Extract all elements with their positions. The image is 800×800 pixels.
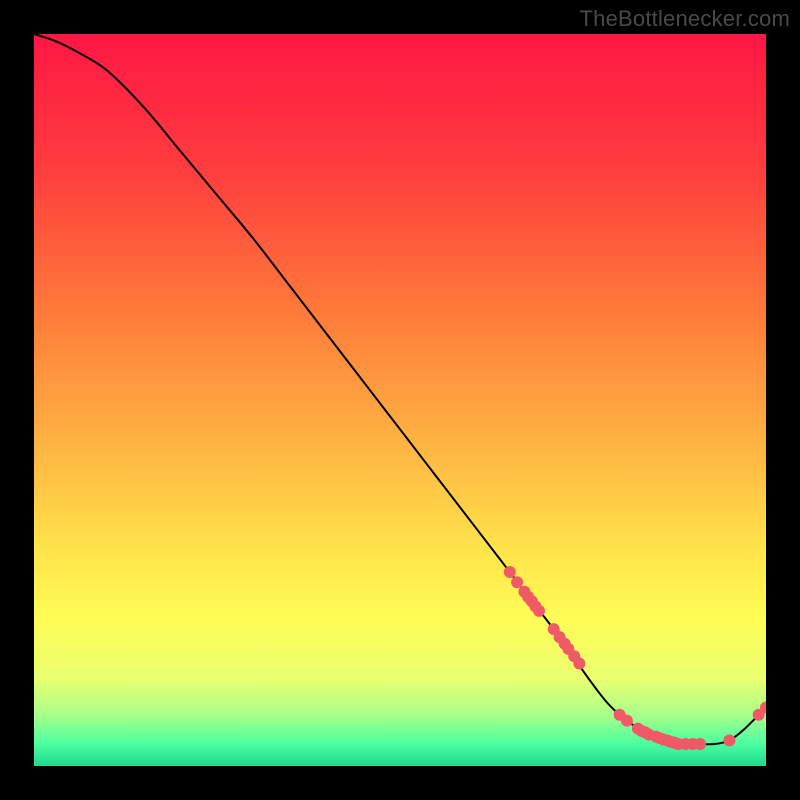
data-point <box>723 734 735 746</box>
plot-area <box>34 34 766 766</box>
watermark-text: TheBottlenecker.com <box>580 6 790 32</box>
data-point <box>694 738 706 750</box>
data-point <box>621 715 633 727</box>
plot-background <box>34 34 766 766</box>
plot-svg <box>34 34 766 766</box>
data-point <box>504 566 516 578</box>
data-point <box>573 658 585 670</box>
data-point <box>511 576 523 588</box>
data-point <box>533 605 545 617</box>
